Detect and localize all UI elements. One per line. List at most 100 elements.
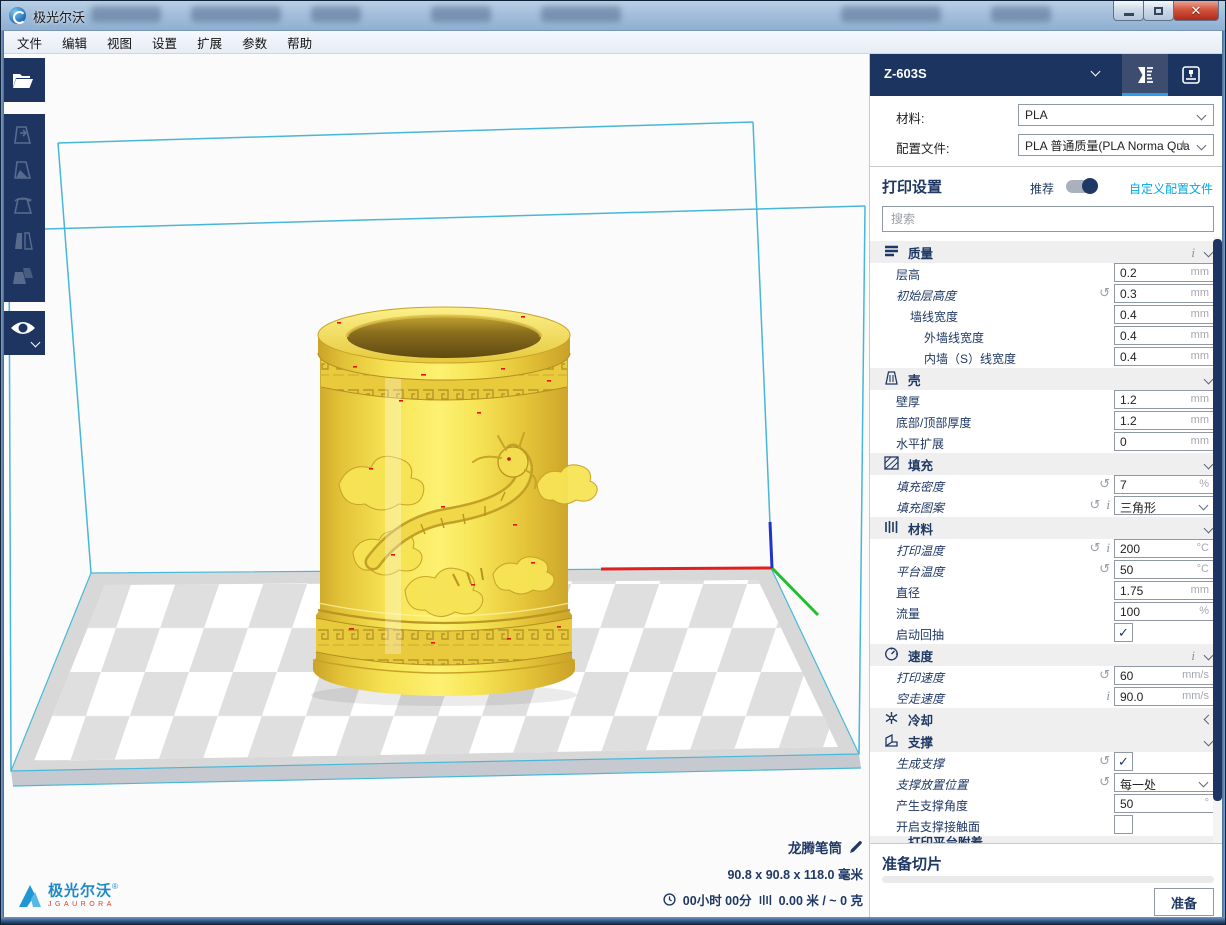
reset-icon[interactable]: ↺	[1099, 754, 1110, 767]
open-file-button[interactable]	[1, 58, 45, 102]
setting-value-field[interactable]: 60mm/s	[1114, 666, 1214, 685]
tab-print-monitor[interactable]	[1168, 54, 1214, 96]
menu-item-3[interactable]: 设置	[142, 31, 187, 54]
reset-icon[interactable]: ↺	[1099, 286, 1110, 299]
setting-value-field[interactable]: 1.75mm	[1114, 581, 1214, 600]
tool-per-model-button[interactable]	[11, 264, 35, 293]
field-value: 0.4	[1120, 308, 1137, 322]
app-window: 极光尔沃 ✕ 文件编辑视图设置扩展参数帮助	[0, 0, 1226, 925]
view-mode-button[interactable]	[1, 311, 45, 355]
setting-label: 流量	[896, 605, 920, 622]
menu-item-4[interactable]: 扩展	[187, 31, 232, 54]
model-dragon-pen-holder[interactable]	[311, 307, 597, 706]
settings-search-input[interactable]	[882, 206, 1214, 232]
select-value: 三角形	[1120, 499, 1156, 516]
recommended-custom-toggle[interactable]	[1066, 180, 1096, 193]
tab-slice-settings[interactable]	[1122, 54, 1168, 96]
section-header-5[interactable]: 冷却	[870, 708, 1224, 730]
setting-row: 壁厚1.2mm	[870, 390, 1224, 411]
setting-value-field[interactable]: 0.2mm	[1114, 263, 1214, 282]
setting-label: 开启支撑接触面	[896, 818, 980, 835]
reset-icon[interactable]: ↺	[1099, 477, 1110, 490]
titlebar-blur-decoration	[431, 6, 491, 22]
setting-row: 内墙（S）线宽度 0.4mm	[870, 347, 1224, 368]
tool-per-model-icon	[11, 264, 35, 288]
setting-label: 平台温度	[896, 563, 944, 580]
field-unit: °C	[1197, 563, 1209, 575]
printer-name[interactable]: Z-603S	[884, 66, 927, 81]
close-button[interactable]: ✕	[1173, 1, 1219, 21]
maximize-button[interactable]	[1143, 1, 1174, 21]
setting-label: 内墙（S）线宽度	[924, 350, 1016, 367]
print-time-clock-icon	[663, 893, 676, 906]
setting-checkbox[interactable]: ✓	[1114, 752, 1133, 771]
custom-profile-link[interactable]: 自定义配置文件	[1129, 180, 1213, 197]
chevron-down-icon	[1204, 650, 1214, 660]
setting-value-field[interactable]: 50°C	[1114, 560, 1214, 579]
setting-row: 支撑放置位置↺每一处	[870, 773, 1224, 794]
reset-icon[interactable]: ↺	[1089, 541, 1100, 554]
setting-value-field[interactable]: 50°	[1114, 794, 1214, 813]
setting-value-field[interactable]: 0mm	[1114, 432, 1214, 451]
setting-value-field[interactable]: 0.3mm	[1114, 284, 1214, 303]
setting-value-field[interactable]: 1.2mm	[1114, 390, 1214, 409]
setting-value-field[interactable]: 0.4mm	[1114, 326, 1214, 345]
setting-value-field[interactable]: 1.2mm	[1114, 411, 1214, 430]
viewport-3d[interactable]: 极光尔沃® JGAURORA 龙腾笔筒 90.8 x 90.8 x 118.0 …	[1, 54, 869, 919]
section-header-3[interactable]: 材料	[870, 517, 1224, 539]
section-title: 支撑	[908, 732, 933, 751]
tool-scale-button[interactable]	[11, 158, 35, 187]
reset-icon[interactable]: ↺	[1099, 668, 1110, 681]
profile-select[interactable]: PLA 普通质量(PLA Norma Qua ★	[1018, 134, 1214, 156]
tool-rotate-icon	[11, 193, 35, 217]
field-value: 1.2	[1120, 393, 1137, 407]
setting-checkbox[interactable]: ✓	[1114, 623, 1133, 642]
scene-canvas[interactable]	[1, 54, 869, 919]
setting-label: 水平扩展	[896, 435, 944, 452]
section-header-0[interactable]: 质量i	[870, 241, 1224, 263]
reset-icon[interactable]: ↺	[1099, 562, 1110, 575]
menu-item-5[interactable]: 参数	[232, 31, 277, 54]
setting-label: 产生支撑角度	[896, 797, 968, 814]
print-time: 00小时 00分	[683, 890, 752, 909]
setting-value-field[interactable]: 7%	[1114, 475, 1214, 494]
field-unit: %	[1199, 478, 1209, 490]
material-label: 材料:	[896, 108, 924, 127]
minimize-button[interactable]	[1113, 1, 1144, 21]
section-header-2[interactable]: 填充	[870, 453, 1224, 475]
setting-value-field[interactable]: 0.4mm	[1114, 305, 1214, 324]
brand-reg: ®	[112, 882, 118, 891]
setting-label: 启动回抽	[896, 626, 944, 643]
setting-value-field[interactable]: 90.0mm/s	[1114, 687, 1214, 706]
setting-value-field[interactable]: 0.4mm	[1114, 347, 1214, 366]
tool-move-button[interactable]	[11, 123, 35, 152]
printer-chevron-down-icon[interactable]	[1091, 67, 1101, 77]
setting-value-field[interactable]: 200°C	[1114, 539, 1214, 558]
setting-value-field[interactable]: 100%	[1114, 602, 1214, 621]
setting-select[interactable]: 每一处	[1114, 773, 1214, 792]
rename-pencil-icon[interactable]	[849, 840, 863, 854]
menu-item-2[interactable]: 视图	[97, 31, 142, 54]
tool-rotate-button[interactable]	[11, 193, 35, 222]
tool-mirror-button[interactable]	[11, 229, 35, 258]
section-header-7[interactable]: 打印平台附着	[870, 836, 1224, 843]
setting-label: 底部/顶部厚度	[896, 414, 971, 431]
menu-item-1[interactable]: 编辑	[52, 31, 97, 54]
menu-item-6[interactable]: 帮助	[277, 31, 322, 54]
setting-select[interactable]: 三角形	[1114, 496, 1214, 515]
section-header-6[interactable]: 支撑	[870, 730, 1224, 752]
section-header-1[interactable]: 壳	[870, 368, 1224, 390]
menu-item-0[interactable]: 文件	[7, 31, 52, 54]
material-usage-icon	[759, 894, 772, 906]
section-header-4[interactable]: 速度i	[870, 644, 1224, 666]
prepare-button[interactable]: 准备	[1154, 888, 1214, 916]
chevron-down-icon	[31, 338, 41, 348]
material-select[interactable]: PLA	[1018, 104, 1214, 126]
setting-checkbox[interactable]	[1114, 815, 1133, 834]
field-unit: mm	[1191, 287, 1209, 299]
profile-value: PLA 普通质量(PLA Norma Qua	[1025, 137, 1190, 154]
scrollbar[interactable]	[1213, 237, 1222, 843]
reset-icon[interactable]: ↺	[1089, 498, 1100, 511]
scrollbar-thumb[interactable]	[1213, 239, 1222, 801]
reset-icon[interactable]: ↺	[1099, 775, 1110, 788]
